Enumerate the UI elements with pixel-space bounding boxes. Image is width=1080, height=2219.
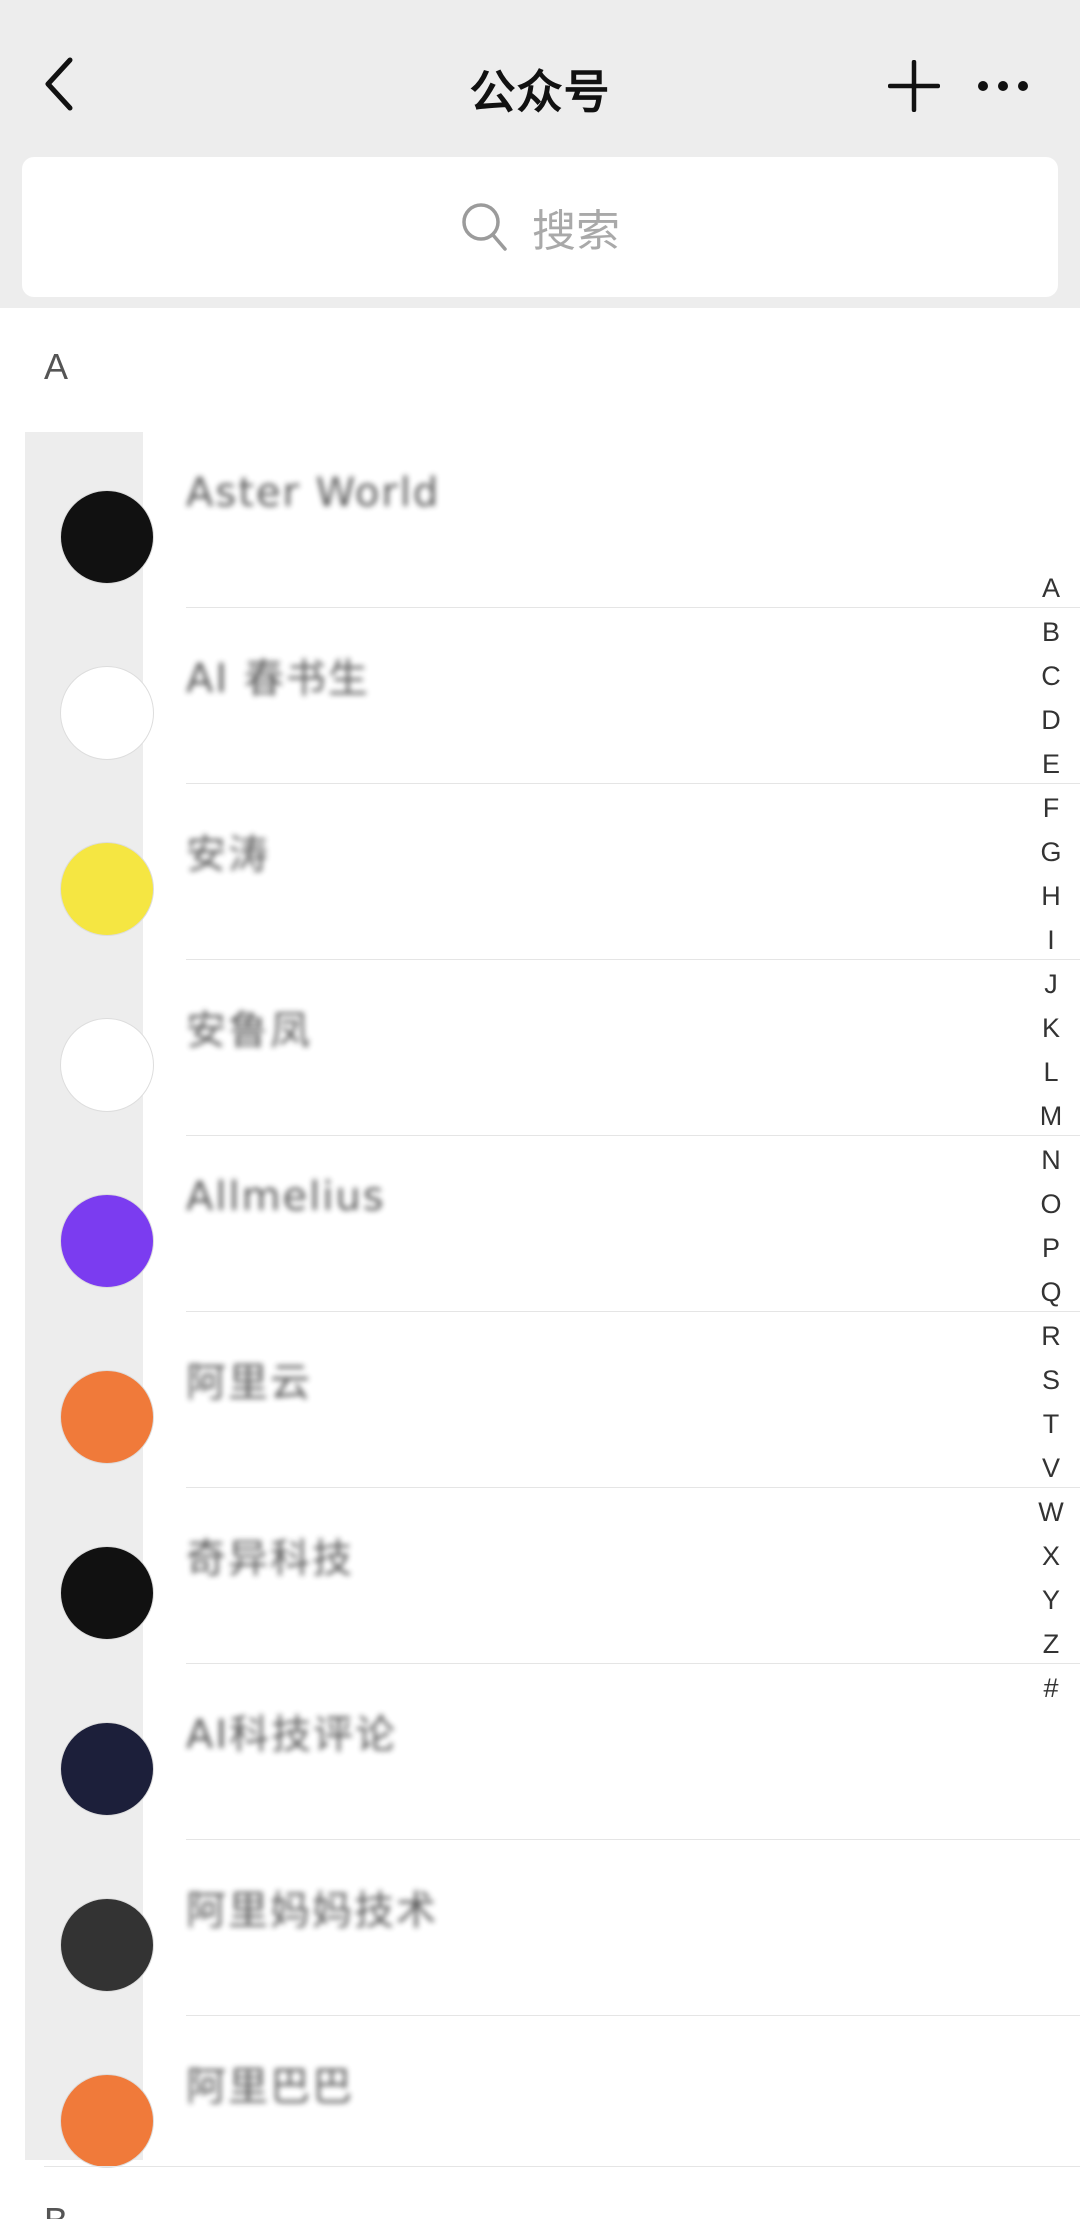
index-letter[interactable]: F <box>1030 786 1072 830</box>
list-item[interactable]: Allmelius <box>0 1136 1080 1312</box>
section-divider <box>44 2166 1080 2167</box>
avatar <box>60 1018 154 1112</box>
section-header-a: A <box>44 346 69 387</box>
account-name: Allmelius <box>186 1174 386 1220</box>
index-letter[interactable]: O <box>1030 1182 1072 1226</box>
avatar <box>60 2074 154 2168</box>
account-name: AI科技评论 <box>186 1712 398 1758</box>
index-letter[interactable]: A <box>1030 566 1072 610</box>
index-letter[interactable]: T <box>1030 1402 1072 1446</box>
navigation-bar: 公众号 <box>0 0 1080 155</box>
account-name: 阿里妈妈技术 <box>186 1888 438 1934</box>
account-name: 阿里巴巴 <box>186 2064 354 2110</box>
index-letter[interactable]: S <box>1030 1358 1072 1402</box>
index-letter[interactable]: # <box>1030 1666 1072 1710</box>
account-name: Aster World <box>186 470 441 516</box>
list-item[interactable]: 安鲁凤 <box>0 960 1080 1136</box>
index-letter[interactable]: D <box>1030 698 1072 742</box>
account-name: 阿里云 <box>186 1360 312 1406</box>
index-letter[interactable]: E <box>1030 742 1072 786</box>
index-letter[interactable]: P <box>1030 1226 1072 1270</box>
index-letter[interactable]: H <box>1030 874 1072 918</box>
index-letter[interactable]: G <box>1030 830 1072 874</box>
list-item[interactable]: Aster World <box>0 432 1080 608</box>
index-letter[interactable]: X <box>1030 1534 1072 1578</box>
list-item[interactable]: 阿里妈妈技术 <box>0 1840 1080 2016</box>
index-letter[interactable]: Z <box>1030 1622 1072 1666</box>
index-letter[interactable]: C <box>1030 654 1072 698</box>
search-placeholder: 搜索 <box>532 206 620 257</box>
list-item[interactable]: 奇异科技 <box>0 1488 1080 1664</box>
alphabet-index[interactable]: A B C D E F G H I J K L M N O P Q R S T V W X Y Z # <box>1030 566 1072 1710</box>
list-item[interactable]: AI科技评论 <box>0 1664 1080 1840</box>
avatar <box>60 1898 154 1992</box>
index-letter[interactable]: R <box>1030 1314 1072 1358</box>
index-letter[interactable]: I <box>1030 918 1072 962</box>
search-icon <box>462 203 507 251</box>
list-item[interactable]: 阿里云 <box>0 1312 1080 1488</box>
index-letter[interactable]: K <box>1030 1006 1072 1050</box>
index-letter[interactable]: L <box>1030 1050 1072 1094</box>
account-name: 奇异科技 <box>186 1536 354 1582</box>
list-item[interactable]: 安涛 <box>0 784 1080 960</box>
account-name: AI 春书生 <box>186 656 370 702</box>
index-letter[interactable]: Q <box>1030 1270 1072 1314</box>
account-name: 安鲁凤 <box>186 1008 312 1054</box>
avatar <box>60 1546 154 1640</box>
avatar <box>60 1370 154 1464</box>
avatar <box>60 842 154 936</box>
more-horizontal-icon[interactable] <box>977 76 1029 96</box>
index-letter[interactable]: M <box>1030 1094 1072 1138</box>
index-letter[interactable]: V <box>1030 1446 1072 1490</box>
section-header-b: B <box>44 2200 68 2219</box>
index-letter[interactable]: Y <box>1030 1578 1072 1622</box>
search-bar[interactable]: 搜索 <box>22 157 1058 297</box>
index-letter[interactable]: W <box>1030 1490 1072 1534</box>
avatar <box>60 666 154 760</box>
avatar <box>60 490 154 584</box>
avatar <box>60 1722 154 1816</box>
top-bar: 公众号 搜索 <box>0 0 1080 308</box>
account-name: 安涛 <box>186 832 270 878</box>
index-letter[interactable]: J <box>1030 962 1072 1006</box>
list-item[interactable]: AI 春书生 <box>0 608 1080 784</box>
index-letter[interactable]: B <box>1030 610 1072 654</box>
index-letter[interactable]: N <box>1030 1138 1072 1182</box>
avatar <box>60 1194 154 1288</box>
plus-icon[interactable] <box>888 60 940 112</box>
